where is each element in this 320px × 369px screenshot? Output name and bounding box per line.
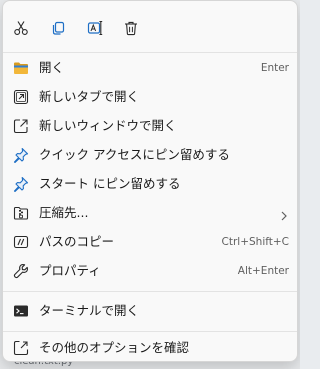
- menu-item-pin-start[interactable]: スタート にピン留めする: [7, 170, 293, 198]
- rename-button[interactable]: [83, 16, 107, 40]
- menu-item-label: ターミナルで開く: [39, 303, 140, 318]
- menu-item-label: クイック アクセスにピン留めする: [39, 147, 230, 162]
- open-new-tab-icon: [13, 89, 29, 105]
- menu-item-more-options[interactable]: その他のオプションを確認: [7, 334, 293, 362]
- menu-item-label: 新しいタブで開く: [39, 89, 140, 104]
- menu-item-label: 圧縮先...: [39, 205, 89, 220]
- copy-icon: [50, 20, 66, 36]
- menu-item-open[interactable]: 開く Enter: [7, 54, 293, 82]
- delete-button[interactable]: [119, 16, 143, 40]
- pin-icon: [13, 147, 29, 163]
- copy-button[interactable]: [46, 16, 70, 40]
- menu-item-label: 開く: [39, 60, 65, 75]
- menu-item-label: プロパティ: [39, 263, 101, 278]
- toolbar-separator: [3, 52, 297, 53]
- menu-item-open-new-tab[interactable]: 新しいタブで開く: [7, 83, 293, 111]
- more-options-icon: [13, 340, 29, 356]
- menu-separator-2: [3, 331, 297, 332]
- desktop-stage: clean.txt.py: [0, 0, 300, 369]
- trash-icon: [123, 20, 139, 36]
- pin-icon: [13, 176, 29, 192]
- menu-item-shortcut: Ctrl+Shift+C: [221, 236, 289, 248]
- menu-item-label: 新しいウィンドウで開く: [39, 118, 177, 133]
- cut-button[interactable]: [9, 16, 33, 40]
- scissors-icon: [13, 20, 29, 36]
- chevron-right-icon: [279, 207, 289, 221]
- menu-item-label: スタート にピン留めする: [39, 176, 181, 191]
- menu-item-open-terminal[interactable]: ターミナルで開く: [7, 297, 293, 325]
- open-new-window-icon: [13, 118, 29, 134]
- terminal-icon: [13, 303, 29, 319]
- context-menu: 開く Enter 新しいタブで開く 新しいウィンドウで開く クイック アクセスに…: [2, 0, 298, 362]
- zip-folder-icon: [13, 205, 29, 221]
- rename-icon: [87, 20, 103, 36]
- menu-item-label: パスのコピー: [39, 234, 115, 249]
- folder-icon: [13, 60, 29, 76]
- menu-item-copy-path[interactable]: パスのコピー Ctrl+Shift+C: [7, 228, 293, 256]
- menu-item-compress-to[interactable]: 圧縮先...: [7, 199, 293, 227]
- copy-path-icon: [13, 234, 29, 250]
- menu-item-properties[interactable]: プロパティ Alt+Enter: [7, 257, 293, 285]
- menu-item-label: その他のオプションを確認: [39, 340, 190, 355]
- wrench-icon: [13, 263, 29, 279]
- menu-item-pin-quick-access[interactable]: クイック アクセスにピン留めする: [7, 141, 293, 169]
- menu-item-open-new-window[interactable]: 新しいウィンドウで開く: [7, 112, 293, 140]
- menu-separator: [3, 291, 297, 292]
- context-menu-toolbar: [3, 13, 297, 43]
- menu-item-shortcut: Enter: [260, 62, 289, 74]
- menu-item-shortcut: Alt+Enter: [237, 265, 289, 277]
